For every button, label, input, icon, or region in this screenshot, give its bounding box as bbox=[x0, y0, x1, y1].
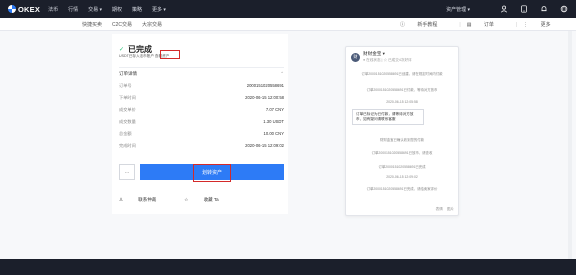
bell-icon[interactable] bbox=[539, 5, 548, 14]
subnav-block-trade[interactable]: 大宗交易 bbox=[142, 21, 162, 28]
row-value: 10.00 CNY bbox=[263, 131, 284, 136]
sub-nav: 快捷买卖 C2C交易 大宗交易 ⓘ 新手教程 | ▤ 订单 | ⋮ 更多 bbox=[0, 18, 576, 31]
subnav-more[interactable]: ⋮ 更多 bbox=[523, 21, 561, 29]
row-value: 2020-06-15 12:09:02 bbox=[245, 143, 284, 148]
orders-label: 订单 bbox=[483, 22, 494, 28]
nav-right: 资产管理 ▾ bbox=[446, 0, 568, 18]
main-menu: 法币 行情 交易 ▾ 期权 策略 更多 ▾ bbox=[48, 6, 176, 13]
contact-arbitration-label: 联系仲裁 bbox=[138, 197, 157, 202]
subnav-tutorial[interactable]: ⓘ 新手教程 bbox=[400, 21, 448, 28]
system-message: 财财金宝已确认收到您的付款 bbox=[379, 138, 425, 142]
order-details-header[interactable]: 订单详情 ⌃ bbox=[119, 71, 284, 77]
order-row-price: 成交单价 7.07 CNY bbox=[119, 107, 284, 113]
divider: | bbox=[459, 21, 461, 28]
nav-trade[interactable]: 交易 ▾ bbox=[88, 6, 102, 13]
subnav-c2c[interactable]: C2C交易 bbox=[112, 21, 132, 28]
favorite-label: 收藏 Ta bbox=[203, 197, 219, 202]
order-row-total: 总金额 10.00 CNY bbox=[119, 131, 284, 137]
chat-toolbar: 表情 图片 bbox=[432, 207, 454, 212]
system-message: 订单2000151020558691已付款，等待对方放币 bbox=[366, 88, 438, 92]
tutorial-label: 新手教程 bbox=[417, 22, 438, 28]
logo-mark bbox=[8, 5, 16, 13]
chevron-up-icon: ⌃ bbox=[280, 71, 284, 76]
nav-fiat[interactable]: 法币 bbox=[48, 6, 58, 13]
nav-more[interactable]: 更多 ▾ bbox=[152, 6, 166, 13]
more-label: 更多 bbox=[540, 22, 551, 28]
nav-strategy[interactable]: 策略 bbox=[132, 6, 142, 13]
row-label: 完成时间 bbox=[119, 143, 136, 148]
page-footer bbox=[0, 259, 576, 275]
merchant-name[interactable]: 财财金宝 ▾ bbox=[363, 51, 412, 57]
transfer-button-highlight bbox=[193, 164, 231, 182]
globe-icon[interactable] bbox=[559, 5, 568, 14]
row-label: 成交单价 bbox=[119, 107, 136, 112]
logo-text: OKEX bbox=[18, 4, 41, 14]
system-message: 订单2000151020558691已完成 bbox=[378, 165, 426, 169]
system-message: 订单2000151020558691已放币，请查收 bbox=[371, 151, 433, 155]
merchant-status: ● 在线状态 | ☆ 已成交4次好评 bbox=[363, 58, 412, 62]
order-row-id: 订单号 2000151020558691 bbox=[119, 83, 284, 89]
system-message: 订单2000151020558691已创建，请在规定时间内付款 bbox=[361, 72, 443, 76]
chat-bubble: 订单已标记为已付款，请等待对方放币，如有疑问请联系客服 bbox=[352, 109, 424, 125]
more-actions-button[interactable]: … bbox=[119, 164, 135, 180]
divider: | bbox=[515, 21, 518, 28]
more-icon: ⋮ bbox=[523, 21, 530, 28]
row-label: 成交数量 bbox=[119, 119, 136, 124]
order-row-time: 下单时间 2020-06-15 12:00:58 bbox=[119, 95, 284, 101]
main-area bbox=[0, 31, 576, 259]
favorite-link[interactable]: ☆ 收藏 Ta bbox=[184, 197, 232, 203]
logo[interactable]: OKEX bbox=[8, 5, 40, 14]
chat-panel: 财 财财金宝 ▾ ● 在线状态 | ☆ 已成交4次好评 订单2000151020… bbox=[345, 46, 459, 216]
tutorial-icon: ⓘ bbox=[400, 22, 407, 28]
action-links: ♙ 联系仲裁 ☆ 收藏 Ta bbox=[119, 197, 247, 203]
row-label: 总金额 bbox=[119, 131, 132, 136]
assets-menu[interactable]: 资产管理 ▾ bbox=[446, 6, 470, 13]
row-label: 订单号 bbox=[119, 83, 132, 88]
arbitration-icon: ♙ bbox=[119, 197, 125, 202]
order-details-title: 订单详情 bbox=[119, 71, 137, 76]
timestamp: 2020-06-15 12:09:02 bbox=[386, 175, 418, 179]
row-value: 2020-06-15 12:00:58 bbox=[245, 95, 284, 100]
chat-header: 财 财财金宝 ▾ ● 在线状态 | ☆ 已成交4次好评 bbox=[351, 51, 412, 63]
check-icon: ✓ bbox=[119, 46, 125, 53]
system-message: 订单2000151020558691已完成，请给卖家评价 bbox=[366, 187, 438, 191]
subnav-orders[interactable]: ▤ 订单 bbox=[466, 21, 505, 29]
order-row-complete-time: 完成时间 2020-06-15 12:09:02 bbox=[119, 143, 284, 149]
row-value: 7.07 CNY bbox=[265, 107, 284, 112]
row-value: 2000151020558691 bbox=[246, 83, 284, 88]
orders-icon: ▤ bbox=[466, 21, 473, 28]
nav-markets[interactable]: 行情 bbox=[68, 6, 78, 13]
top-nav: OKEX 法币 行情 交易 ▾ 期权 策略 更多 ▾ 资产管理 ▾ bbox=[0, 0, 576, 18]
image-button[interactable]: 图片 bbox=[447, 207, 454, 212]
timestamp: 2020-06-15 12:05:58 bbox=[386, 100, 418, 104]
emoji-button[interactable]: 表情 bbox=[436, 207, 443, 212]
order-row-amount: 成交数量 1.30 USDT bbox=[119, 119, 284, 125]
view-assets-highlight[interactable] bbox=[160, 50, 180, 59]
row-value: 1.30 USDT bbox=[263, 119, 284, 124]
download-icon[interactable] bbox=[519, 5, 528, 14]
user-icon[interactable] bbox=[499, 5, 508, 14]
avatar: 财 bbox=[351, 52, 360, 62]
contact-arbitration-link[interactable]: ♙ 联系仲裁 bbox=[119, 197, 170, 203]
subnav-quick-trade[interactable]: 快捷买卖 bbox=[82, 21, 102, 28]
page-scrollbar[interactable] bbox=[568, 31, 572, 259]
row-label: 下单时间 bbox=[119, 95, 136, 100]
nav-options[interactable]: 期权 bbox=[112, 6, 122, 13]
divider bbox=[119, 67, 284, 68]
star-icon: ☆ bbox=[184, 197, 190, 202]
